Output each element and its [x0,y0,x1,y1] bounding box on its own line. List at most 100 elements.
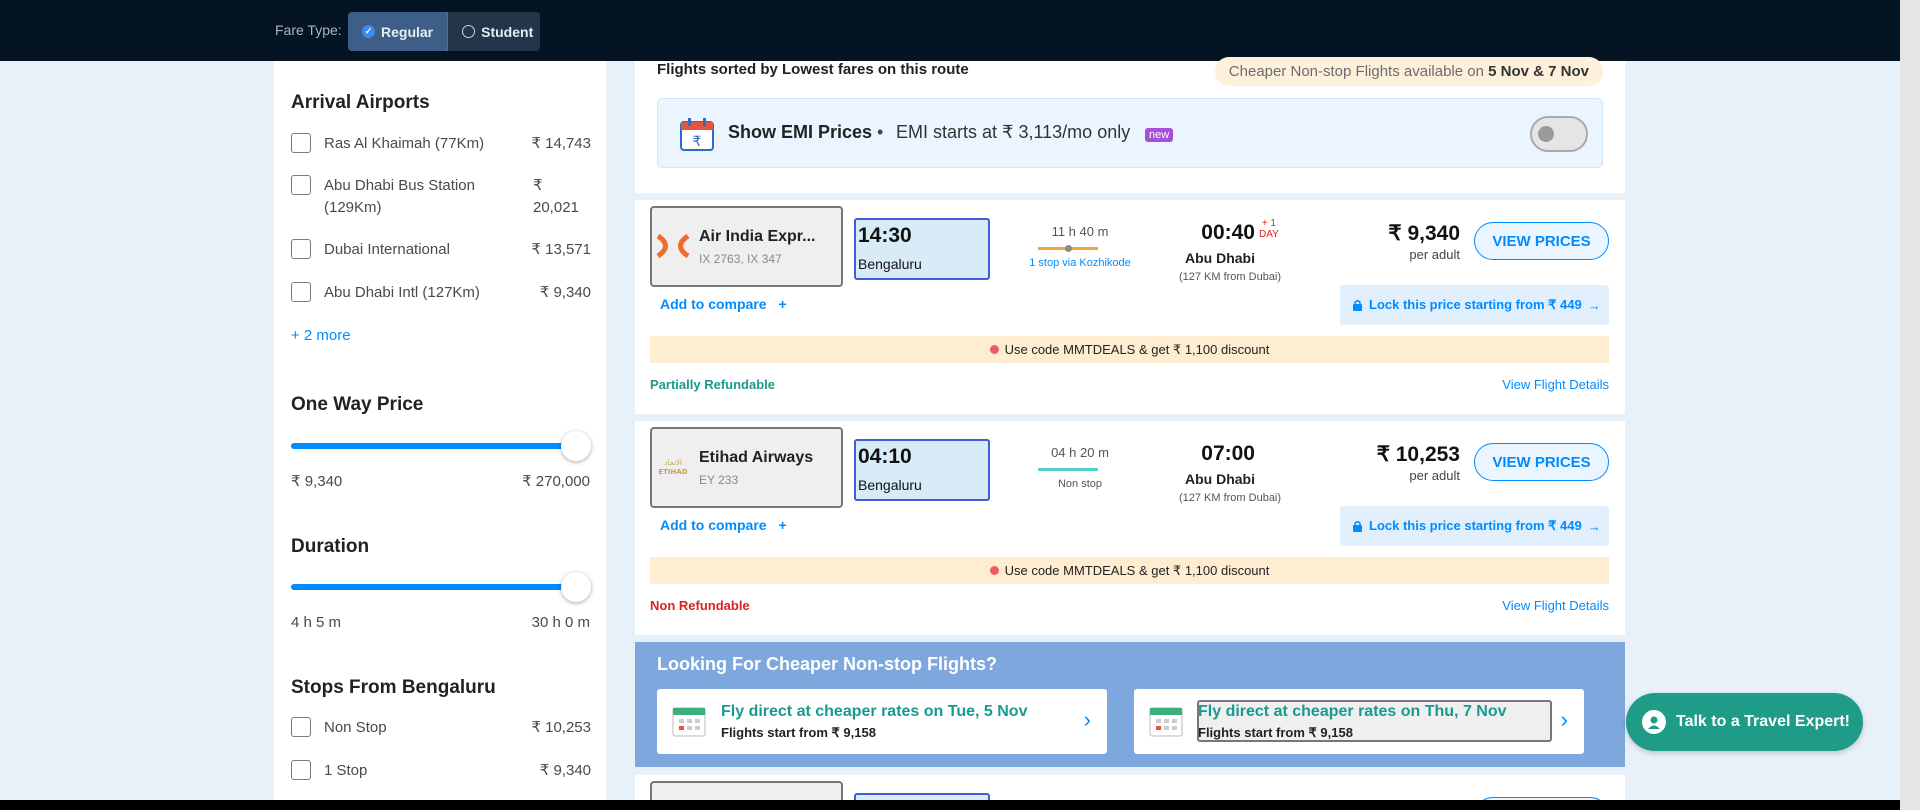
fare-type-label: Fare Type: [275,22,342,38]
flight-price: ₹ 9,340 [1388,222,1460,245]
banner-title: Looking For Cheaper Non-stop Flights? [657,654,997,674]
view-flight-details-link[interactable]: View Flight Details [1502,377,1609,392]
add-to-compare-label: Add to compare [660,296,767,312]
filter-sidebar: Arrival Airports Ras Al Khaimah (77Km) ₹… [274,61,606,801]
fare-option-regular[interactable]: ✓ Regular [348,12,449,51]
cheaper-flights-pill[interactable]: Cheaper Non-stop Flights available on 5 … [1214,57,1603,86]
next-day-indicator: + 1 DAY [1259,218,1279,240]
direct-flight-card-5-nov[interactable]: Fly direct at cheaper rates on Tue, 5 No… [657,689,1107,754]
arrival-time: 00:40 [1201,221,1255,244]
stops-info: Non stop [1057,478,1103,490]
promo-dot-icon [989,345,999,354]
stop-dot [1065,245,1072,252]
refund-status: Partially Refundable [650,377,775,392]
top-bar: Fare Type: ✓ Regular Student [0,0,1900,61]
more-airports-link[interactable]: + 2 more [291,327,351,344]
one-way-price-title: One Way Price [291,394,424,415]
price-min-label: ₹ 9,340 [291,473,343,490]
add-to-compare-label: Add to compare [660,517,767,533]
direct-flight-card-7-nov[interactable]: Fly direct at cheaper rates on Thu, 7 No… [1134,689,1584,754]
etihad-logo-icon: ﺍﻻﺗﺤﺎﺩ ETIHAD [658,459,687,476]
duration-slider-handle[interactable] [561,572,591,602]
fare-option-student[interactable]: Student [448,12,547,51]
duration-min-label: 4 h 5 m [291,614,342,631]
arrival-city: Abu Dhabi [1185,250,1255,266]
stops-info[interactable]: 1 stop via Kozhikode [1005,257,1155,269]
view-flight-details-link[interactable]: View Flight Details [1502,598,1609,613]
lock-price-button[interactable]: Lock this price starting from ₹ 449 → [1340,506,1609,546]
filter-label: Dubai International [324,241,450,258]
sort-description: Flights sorted by Lowest fares on this r… [657,61,969,78]
vertical-scrollbar[interactable] [1900,0,1920,810]
arrow-right-icon: → [1587,518,1601,534]
svg-text:ETIHAD: ETIHAD [658,468,687,476]
filter-row-abu-dhabi-intl[interactable]: Abu Dhabi Intl (127Km) ₹ 9,340 [291,282,591,304]
calendar-icon [672,707,706,737]
filter-row-ras-al-khaimah[interactable]: Ras Al Khaimah (77Km) ₹ 14,743 [291,133,591,155]
filter-label: Abu Dhabi Bus Station (129Km) [324,177,475,216]
filter-label: Non Stop [324,719,387,736]
filter-price: ₹ 9,340 [539,762,591,779]
lock-price-text: Lock this price starting from ₹ 449 [1369,518,1582,533]
lock-price-text: Lock this price starting from ₹ 449 [1369,297,1582,312]
plus-icon: + [778,517,787,533]
filter-row-dubai-international[interactable]: Dubai International ₹ 13,571 [291,239,591,261]
departure-info: 04:10 Bengaluru [854,439,990,501]
new-badge: new [1145,128,1174,142]
promo-dot-icon [989,566,999,575]
cheaper-pill-text: Cheaper Non-stop Flights available on [1228,63,1489,80]
checkbox[interactable] [291,239,311,259]
plus-icon: + [778,296,787,312]
view-prices-button[interactable]: VIEW PRICES [1474,222,1609,260]
price-slider-handle[interactable] [561,431,591,461]
promo-text: Use code MMTDEALS & get ₹ 1,100 discount [1004,562,1270,578]
checkbox[interactable] [291,133,311,153]
direct-flight-title: Fly direct at cheaper rates on Thu, 7 No… [1198,703,1507,720]
promo-text: Use code MMTDEALS & get ₹ 1,100 discount [1004,341,1270,357]
checkbox[interactable] [291,760,311,780]
departure-time: 04:10 [858,445,912,468]
departure-time: 14:30 [858,224,912,247]
departure-city: Bengaluru [858,477,922,493]
chevron-right-icon: › [1083,707,1091,732]
filter-label: 1 Stop [324,762,368,779]
flight-duration: 11 h 40 m [1051,224,1109,239]
promo-code-strip: Use code MMTDEALS & get ₹ 1,100 discount [650,557,1609,584]
emi-toggle[interactable] [1530,116,1588,152]
airline-info: Air India Expr... IX 2763, IX 347 [650,206,843,287]
duration-slider-track[interactable] [291,584,574,590]
flight-codes: EY 233 [699,473,739,487]
arrival-distance: (127 KM from Dubai) [1178,492,1282,504]
headset-person-icon [1642,710,1666,734]
radio-icon [462,25,476,38]
chevron-right-icon: › [1560,707,1568,732]
checkbox[interactable] [291,282,311,302]
promo-code-strip: Use code MMTDEALS & get ₹ 1,100 discount [650,336,1609,363]
add-to-compare[interactable]: Add to compare + [660,517,787,533]
add-to-compare[interactable]: Add to compare + [660,296,787,312]
checkbox[interactable] [291,175,311,195]
filter-row-abu-dhabi-bus[interactable]: Abu Dhabi Bus Station (129Km) ₹ 20,021 [291,175,591,219]
stops-title: Stops From Bengaluru [291,677,496,698]
filter-row-non-stop[interactable]: Non Stop ₹ 10,253 [291,717,591,739]
emi-banner: ₹ Show EMI Prices • EMI starts at ₹ 3,11… [657,98,1603,168]
talk-to-expert-button[interactable]: Talk to a Travel Expert! [1626,693,1863,751]
view-prices-button[interactable]: VIEW PRICES [1474,443,1609,481]
filter-price: ₹ 20,021 [533,177,579,216]
price-slider-track[interactable] [291,443,574,449]
arrival-time: 07:00 [1201,442,1255,465]
emi-subtitle: EMI starts at ₹ 3,113/mo only [896,122,1131,142]
next-day-label: DAY [1259,229,1279,240]
flight-codes: IX 2763, IX 347 [699,252,782,266]
bottom-edge [0,800,1900,810]
checkbox[interactable] [291,717,311,737]
sort-header: Flights sorted by Lowest fares on this r… [635,57,1625,193]
direct-flight-subtitle: Flights start from ₹ 9,158 [1198,725,1353,740]
filter-row-1-stop[interactable]: 1 Stop ₹ 9,340 [291,760,591,782]
lock-price-button[interactable]: Lock this price starting from ₹ 449 → [1340,285,1609,325]
calendar-icon [1149,707,1183,737]
filter-price: ₹ 9,340 [539,284,591,301]
departure-city: Bengaluru [858,256,922,272]
lock-icon [1353,299,1362,311]
air-india-express-logo-icon [656,233,690,259]
